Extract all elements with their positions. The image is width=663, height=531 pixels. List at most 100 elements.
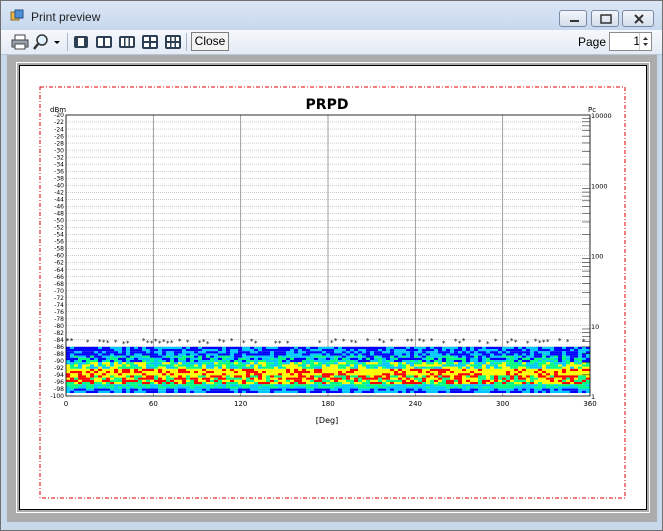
four-pages-button[interactable] [141,32,159,52]
y-right-tick-label: 100 [591,253,603,261]
density-cell [370,379,374,383]
density-cell [370,349,374,352]
density-cell [226,362,230,365]
density-cell [246,377,250,380]
density-cell [422,386,426,389]
close-preview-button[interactable]: Close [191,32,229,51]
density-cell [514,349,518,352]
density-cell [122,357,126,361]
density-cell [242,388,246,391]
density-cell [486,375,490,378]
maximize-button[interactable] [591,10,619,27]
density-cell [410,390,414,394]
density-cell [102,368,106,372]
y-left-tick-label: -54 [54,232,64,239]
density-cell [338,362,342,365]
density-cell [178,377,182,380]
density-cell [126,360,130,363]
six-pages-button[interactable] [164,32,182,52]
two-pages-button[interactable] [95,32,113,52]
density-cell [414,349,418,352]
density-cell [146,357,150,361]
density-cell [242,377,246,380]
density-cell [82,373,86,376]
density-cell [206,355,210,358]
one-page-button[interactable] [72,32,90,52]
spike-marker: * [430,337,434,345]
minimize-button[interactable] [559,10,587,27]
density-cell [298,373,302,376]
density-cell [462,362,466,365]
density-cell [82,368,86,372]
density-cell [226,368,230,372]
density-cell [390,353,394,356]
density-cell [278,386,282,389]
density-cell [490,351,494,354]
density-cell [98,353,102,356]
density-cell [562,346,566,350]
page-number-value[interactable]: 1 [610,34,640,48]
page-number-stepper[interactable]: 1 [609,32,652,51]
density-cell [362,346,366,350]
density-cell [278,362,282,365]
density-cell [266,349,270,352]
density-cell [134,357,138,361]
density-cell [262,364,266,367]
density-cell [410,368,414,372]
density-cell [454,382,458,385]
density-cell [330,384,334,387]
spike-marker: * [106,339,110,347]
zoom-dropdown[interactable] [32,32,64,52]
density-cell [158,355,162,358]
preview-area[interactable]: * * * * * * * * * * * * * * * * * * * * * * * * * * * * * * * * * * * * * * * *… [7,55,657,522]
density-cell [170,364,174,367]
density-cell [510,382,514,385]
print-preview-window: Print preview Close Page 1 * * * * * * *… [0,0,663,531]
density-cell [150,357,154,361]
density-cell [578,390,582,394]
density-cell [586,349,590,352]
density-cell [358,388,362,391]
density-cell [302,360,306,363]
density-cell [386,375,390,378]
density-cell [242,362,246,365]
density-cell [382,364,386,367]
density-cell [362,382,366,385]
density-cell [106,368,110,372]
density-cell [314,364,318,367]
print-button[interactable] [10,32,30,52]
density-cell [558,388,562,391]
close-window-button[interactable] [622,10,654,27]
density-cell [262,353,266,356]
density-cell [466,388,470,391]
density-cell [162,382,166,385]
density-cell [542,362,546,365]
density-cell [334,351,338,354]
density-cell [122,371,126,374]
density-cell [502,353,506,356]
y-left-tick-label: -22 [54,119,64,126]
page-spin-arrows[interactable] [639,33,651,50]
density-cell [210,371,214,374]
density-cell [102,349,106,352]
density-cell [326,362,330,365]
density-cell [414,362,418,365]
density-cell [258,346,262,350]
density-cell [302,357,306,361]
density-cell [486,384,490,387]
density-cell [126,377,130,380]
density-cell [274,386,278,389]
density-cell [242,349,246,352]
density-cell [566,357,570,361]
density-cell [414,351,418,354]
density-cell [110,360,114,363]
density-cell [558,368,562,372]
density-cell [442,362,446,365]
density-cell [182,362,186,365]
three-pages-button[interactable] [118,32,136,52]
density-cell [462,384,466,387]
density-cell [230,346,234,350]
density-cell [138,353,142,356]
density-cell [366,349,370,352]
density-cell [258,360,262,363]
